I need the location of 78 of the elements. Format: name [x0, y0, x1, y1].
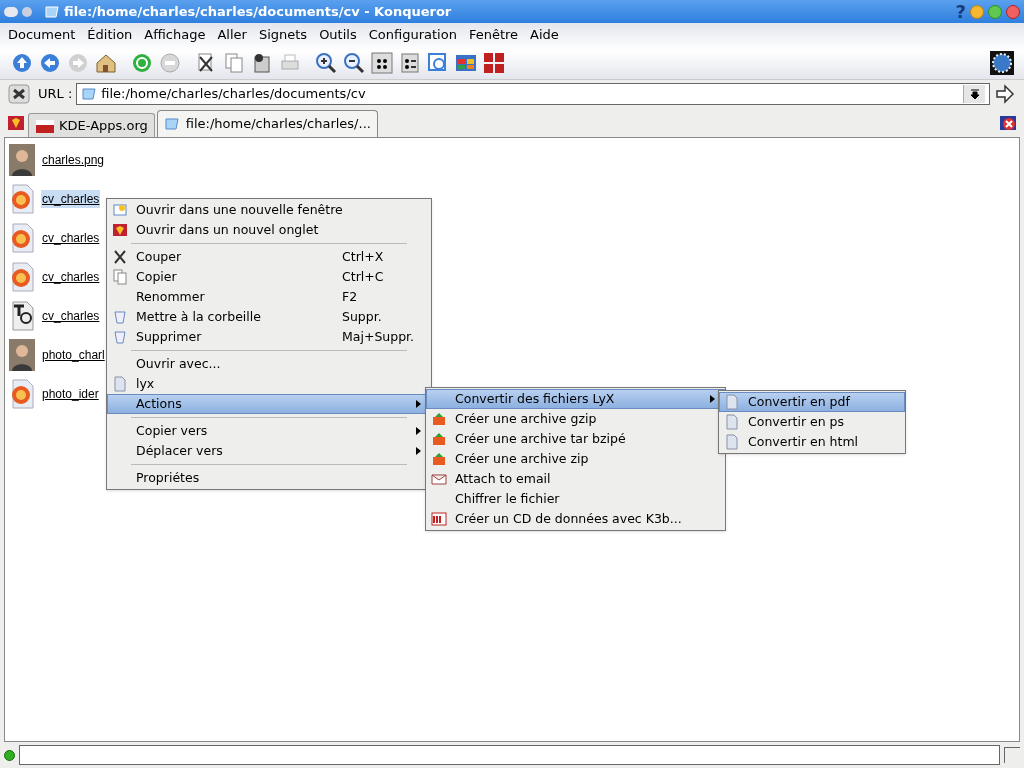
- menu-item[interactable]: Convertir en html: [719, 432, 905, 452]
- document-icon: [9, 183, 37, 215]
- menu-item[interactable]: Affichage: [142, 25, 208, 45]
- menu-item-icon: [431, 431, 447, 447]
- url-field[interactable]: file:/home/charles/charles/documents/cv: [76, 82, 990, 105]
- menu-item-icon: [724, 434, 740, 450]
- menu-item[interactable]: Créer une archive zip: [426, 449, 725, 469]
- detail-view-icon[interactable]: [398, 51, 422, 75]
- menu-item-icon: [724, 394, 740, 410]
- menu-item[interactable]: Configuration: [366, 25, 459, 45]
- menu-item[interactable]: Convertir en ps: [719, 412, 905, 432]
- menu-item[interactable]: Fenêtre: [466, 25, 521, 45]
- tab[interactable]: file:/home/charles/charles/...: [156, 110, 378, 137]
- document-icon: [9, 222, 37, 254]
- file-name[interactable]: cv_charles: [41, 307, 101, 325]
- menu-item[interactable]: Aller: [215, 25, 249, 45]
- down-arrow-icon: [969, 88, 980, 99]
- menu-item-icon: [431, 451, 447, 467]
- menu-item-icon: [112, 202, 128, 218]
- window-menu-icon[interactable]: [4, 6, 18, 17]
- document-icon: [9, 378, 37, 410]
- menu-item[interactable]: Supprimer Maj+Suppr.: [107, 327, 431, 347]
- menu-item-icon: [112, 309, 128, 325]
- reload-icon[interactable]: [130, 51, 154, 75]
- zoom-in-icon[interactable]: [314, 51, 338, 75]
- menu-item-icon: [431, 411, 447, 427]
- grid-icon[interactable]: [482, 51, 506, 75]
- menu-item-icon: [431, 471, 447, 487]
- menu-item[interactable]: Édition: [85, 25, 135, 45]
- window-title: file:/home/charles/charles/documents/cv - Konqueror: [64, 2, 452, 21]
- file-name[interactable]: charles.png: [41, 151, 106, 169]
- folder-icon: [163, 116, 180, 132]
- tab[interactable]: KDE-Apps.org: [28, 113, 155, 137]
- url-label: URL :: [38, 84, 73, 103]
- folder-icon: [44, 3, 60, 20]
- globe-icon[interactable]: [990, 51, 1014, 75]
- file-name[interactable]: cv_charles: [41, 229, 101, 247]
- close-tab-icon[interactable]: [998, 113, 1018, 133]
- menu-item-icon: [112, 329, 128, 345]
- zoom-out-icon[interactable]: [342, 51, 366, 75]
- menu-item[interactable]: Document: [6, 25, 78, 45]
- status-indicator: [4, 749, 15, 761]
- file-name[interactable]: photo_ider: [41, 385, 100, 403]
- menu-item[interactable]: Ouvrir dans une nouvelle fenêtre: [107, 200, 431, 220]
- menu-item[interactable]: Aide: [528, 25, 561, 45]
- menu-item-icon: [724, 414, 740, 430]
- menu-item[interactable]: Outils: [317, 25, 359, 45]
- menu-item-icon: [431, 511, 447, 527]
- file-name[interactable]: cv_charles: [41, 190, 101, 208]
- menu-item-icon: [112, 249, 128, 265]
- menu-item[interactable]: Signets: [256, 25, 310, 45]
- icon-view-icon[interactable]: [370, 51, 394, 75]
- document-icon: [9, 261, 37, 293]
- menu-item[interactable]: Ouvrir avec...: [107, 354, 431, 374]
- folder-icon: [81, 85, 98, 102]
- menu-item[interactable]: Renommer F2: [107, 287, 431, 307]
- document-icon: [9, 300, 37, 332]
- menu-item[interactable]: Créer un CD de données avec K3b...: [426, 509, 725, 529]
- go-icon[interactable]: [994, 82, 1016, 105]
- menu-item[interactable]: Mettre à la corbeille Suppr.: [107, 307, 431, 327]
- file-name[interactable]: cv_charles: [41, 268, 101, 286]
- menu-item[interactable]: Chiffrer le fichier: [426, 489, 725, 509]
- menu-item[interactable]: Couper Ctrl+X: [107, 247, 431, 267]
- menu-item[interactable]: Convertir des fichiers LyX: [426, 389, 725, 409]
- file-name[interactable]: photo_charl: [41, 346, 106, 364]
- menu-item[interactable]: Attach to email: [426, 469, 725, 489]
- photo-thumbnail-icon: [9, 144, 37, 176]
- menu-item[interactable]: Ouvrir dans un nouvel onglet: [107, 220, 431, 240]
- menu-item[interactable]: Copier Ctrl+C: [107, 267, 431, 287]
- menu-item-icon: [112, 269, 128, 285]
- menu-item-icon: [112, 376, 128, 392]
- clear-location-icon[interactable]: [8, 83, 30, 104]
- dropdown-button[interactable]: [963, 84, 985, 103]
- menu-item[interactable]: Convertir en pdf: [719, 392, 905, 412]
- resize-grip[interactable]: [1004, 747, 1020, 763]
- photo-thumbnail-icon: [9, 339, 37, 371]
- new-tab-icon[interactable]: [6, 113, 26, 133]
- menu-item-icon: [112, 222, 128, 238]
